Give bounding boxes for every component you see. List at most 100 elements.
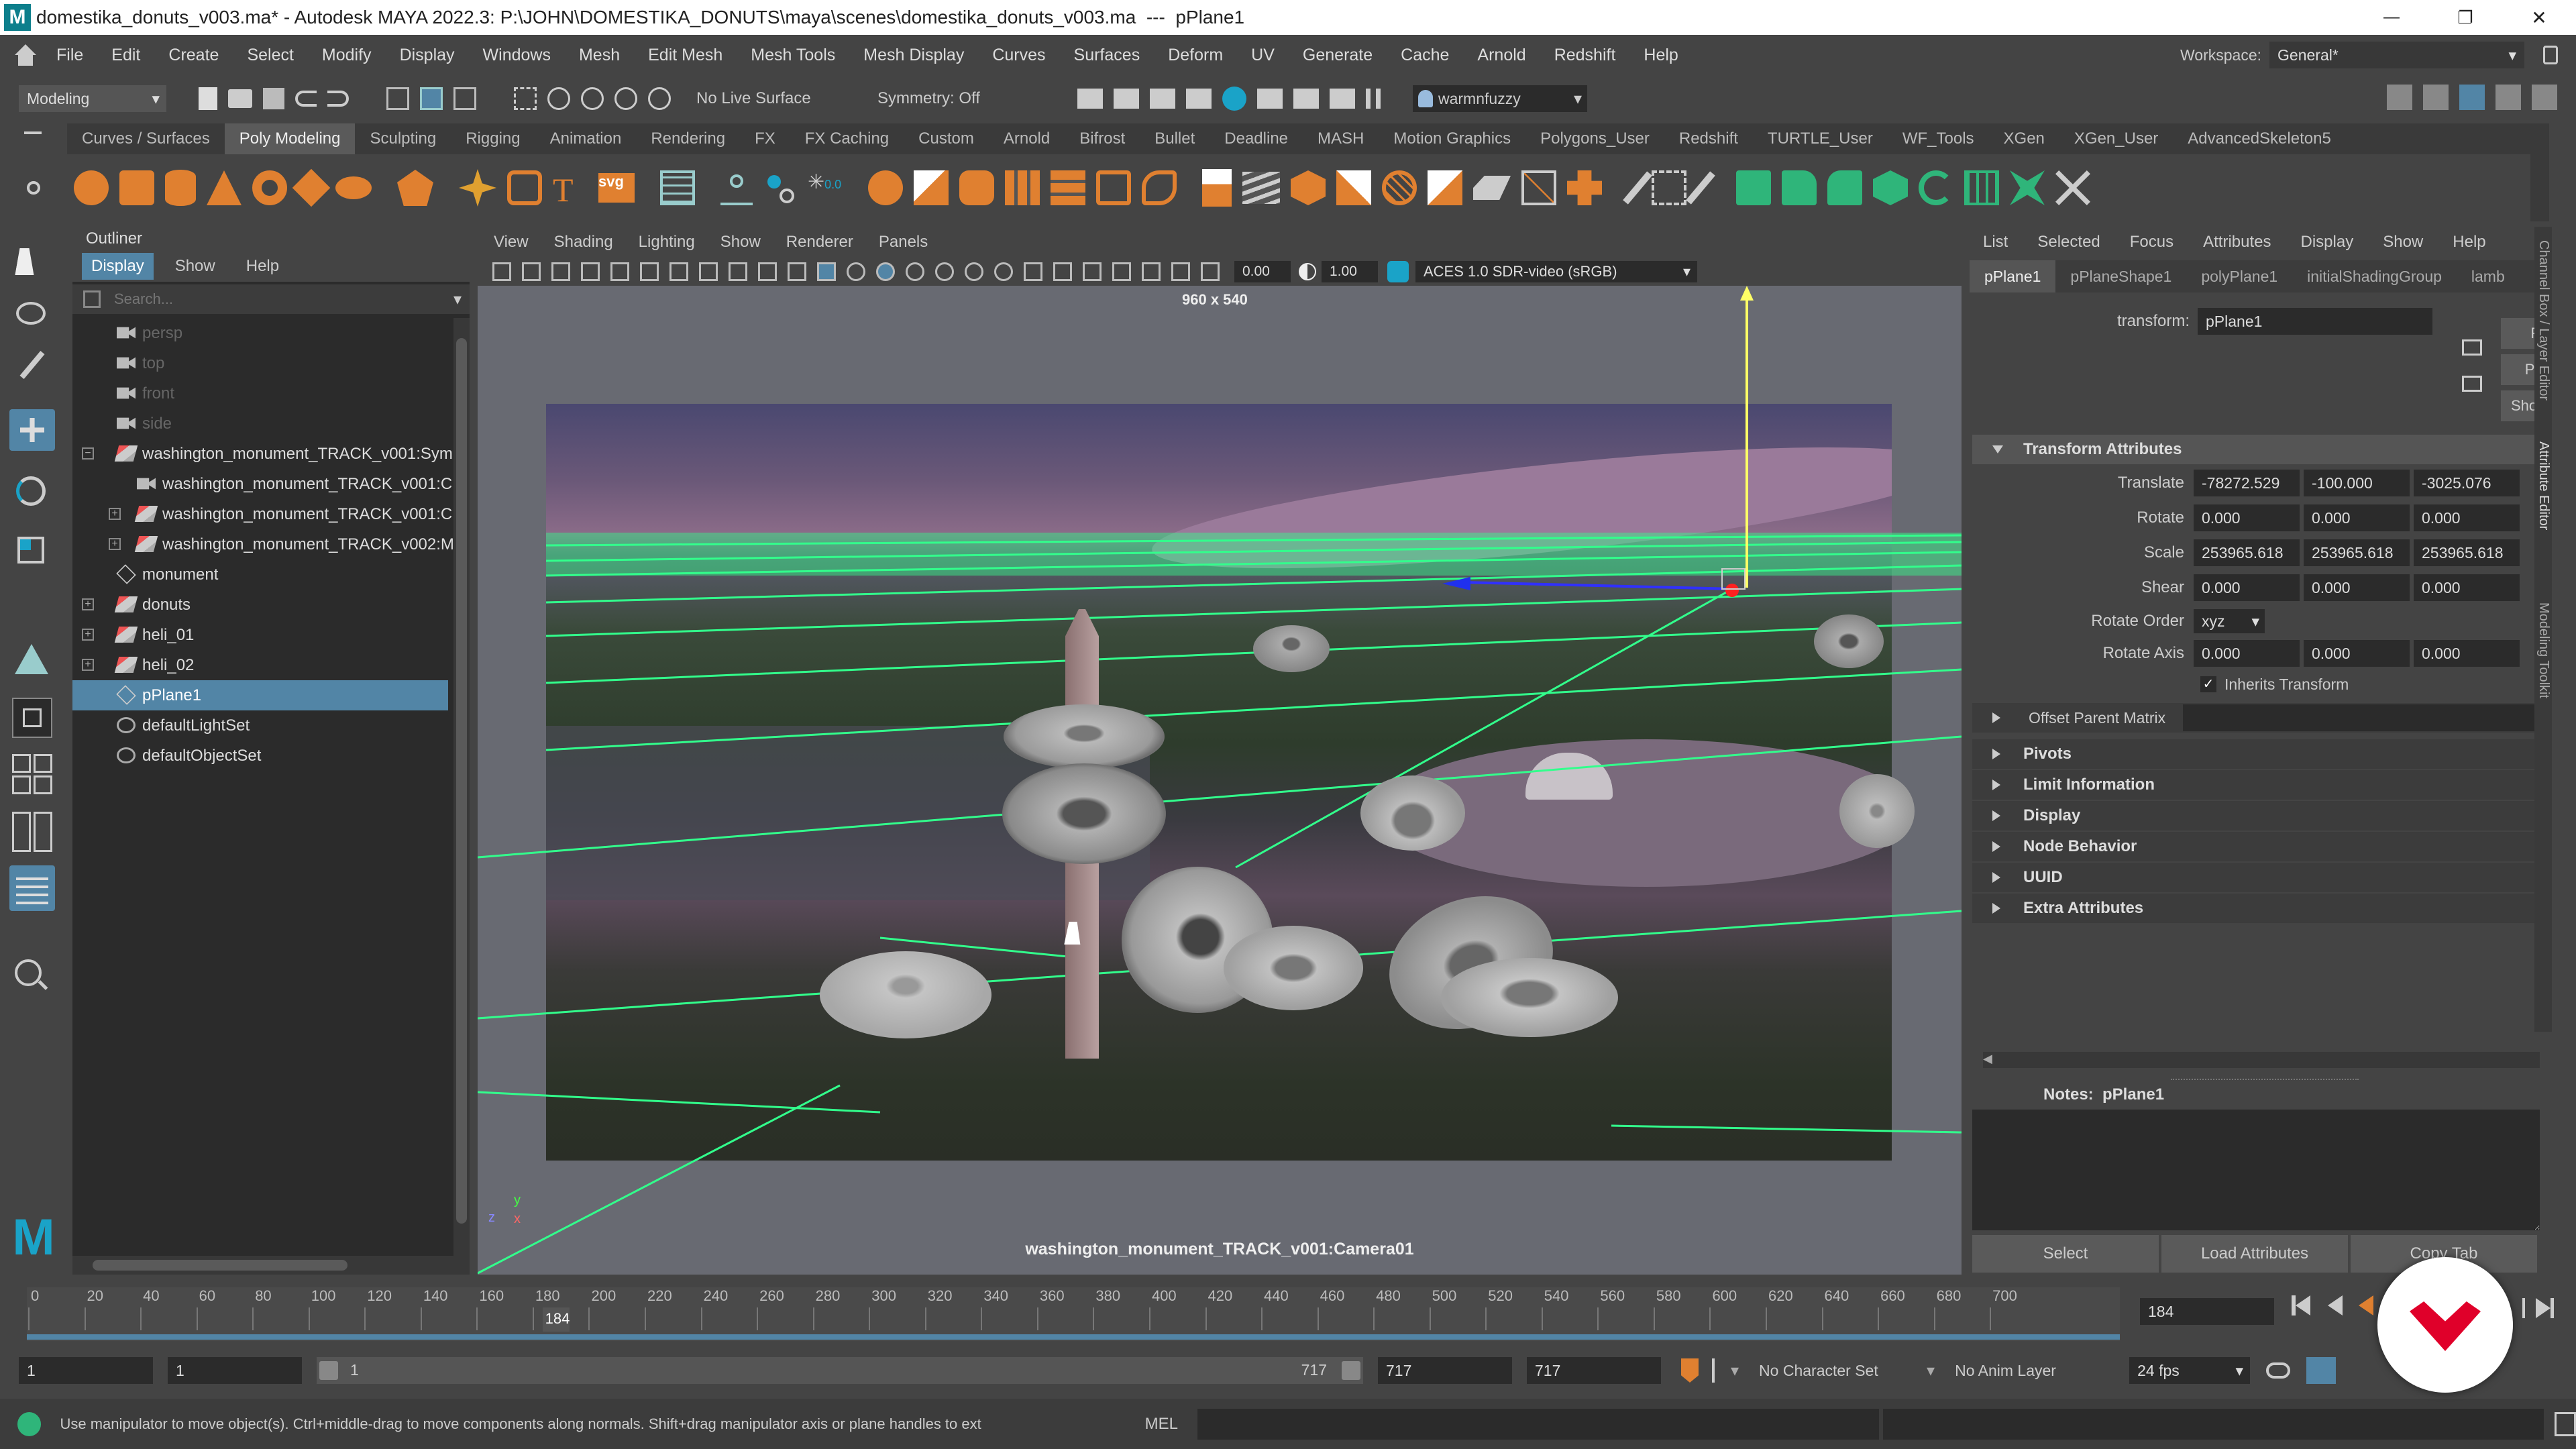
ae-menu-display[interactable]: Display [2301, 233, 2354, 252]
fill-hole-icon[interactable] [1142, 170, 1177, 205]
workspace-dropdown[interactable]: General* ▾ [2269, 42, 2525, 68]
step-back-key-icon[interactable] [2353, 1295, 2376, 1316]
uv-editor-icon[interactable] [1652, 170, 1686, 205]
measure-icon[interactable] [720, 170, 753, 205]
shelf-tab-bullet[interactable]: Bullet [1140, 123, 1210, 154]
expand-icon[interactable]: + [82, 659, 94, 671]
side-tab-channel-box-layer-editor[interactable]: Channel Box / Layer Editor [2536, 240, 2551, 400]
green-flow-icon[interactable] [1919, 170, 1953, 205]
offset-parent-matrix-row[interactable]: Offset Parent Matrix [1972, 703, 2540, 733]
multi-cut-icon[interactable] [1382, 170, 1417, 205]
loop-icon[interactable] [2266, 1362, 2291, 1379]
poly-torus-icon[interactable] [252, 170, 287, 205]
filter-icon[interactable] [83, 290, 101, 308]
menu-mesh[interactable]: Mesh [579, 46, 620, 65]
shelf-tab-xgen[interactable]: XGen [1989, 123, 2059, 154]
outliner-item[interactable]: + washington_monument_TRACK_v002:M [72, 529, 454, 559]
tool-settings-icon[interactable] [2496, 85, 2521, 110]
ae-menu-attributes[interactable]: Attributes [2203, 233, 2271, 252]
outliner-item[interactable]: + washington_monument_TRACK_v001:C [72, 499, 452, 529]
bridge-faces-icon[interactable] [1291, 170, 1326, 205]
key-prefs-icon[interactable] [1712, 1358, 1715, 1383]
green-spread-icon[interactable] [2010, 170, 2045, 205]
poly-cube-icon[interactable] [119, 170, 154, 205]
sweep-mesh-icon[interactable] [507, 170, 542, 205]
shelf-tab-mash[interactable]: MASH [1303, 123, 1379, 154]
outliner-item[interactable]: front [72, 378, 448, 409]
load-attributes-button[interactable]: Load Attributes [2161, 1235, 2348, 1273]
section-display[interactable]: Display [1972, 801, 2540, 830]
redo-icon[interactable] [327, 91, 349, 107]
notes-divider-handle[interactable] [2171, 1079, 2359, 1083]
shelf-tab-xgen-user[interactable]: XGen_User [2059, 123, 2173, 154]
section-extra-attributes[interactable]: Extra Attributes [1972, 894, 2540, 923]
mirror-icon[interactable] [1051, 170, 1085, 205]
shelf-tab-bifrost[interactable]: Bifrost [1065, 123, 1140, 154]
scene-start-field[interactable]: 1 [19, 1357, 153, 1384]
paint-brush-icon[interactable] [1623, 171, 1652, 205]
green-grid-icon[interactable] [1964, 170, 1999, 205]
shelf-tab-poly-modeling[interactable]: Poly Modeling [224, 123, 356, 154]
bridge-icon[interactable] [1096, 170, 1131, 205]
outliner-item[interactable]: persp [72, 318, 448, 348]
menu-cache[interactable]: Cache [1401, 46, 1449, 65]
attr-field-translate-x[interactable]: -78272.529 [2194, 470, 2300, 496]
type-tool-icon[interactable]: T [553, 170, 588, 209]
select-tool-icon[interactable] [15, 248, 39, 275]
playback-start-field[interactable]: 1 [168, 1357, 302, 1384]
expand-icon[interactable]: + [82, 629, 94, 641]
ae-tab-polyplane1[interactable]: polyPlane1 [2186, 260, 2292, 292]
section-node-behavior[interactable]: Node Behavior [1972, 832, 2540, 861]
four-layout-icon[interactable] [12, 754, 52, 794]
save-scene-icon[interactable] [263, 88, 284, 109]
step-forward-icon[interactable] [2522, 1298, 2525, 1318]
snap-curve-icon[interactable] [547, 87, 570, 110]
expand-icon[interactable]: + [82, 598, 94, 610]
poly-plane-icon[interactable] [292, 168, 331, 207]
menu-modify[interactable]: Modify [322, 46, 372, 65]
scale-tool-icon[interactable] [17, 537, 44, 564]
menu-mesh-tools[interactable]: Mesh Tools [751, 46, 835, 65]
home-icon[interactable] [12, 43, 39, 67]
chevron-down-icon[interactable]: ▾ [1731, 1361, 1739, 1381]
poly-cylinder-icon[interactable] [165, 170, 196, 206]
undo-icon[interactable] [295, 91, 317, 107]
ae-tab-pplane1[interactable]: pPlane1 [1970, 260, 2056, 292]
inherits-transform-checkbox[interactable]: ✓ [2200, 676, 2216, 692]
snap-surface-icon[interactable] [648, 87, 671, 110]
ipr-icon[interactable] [1150, 89, 1175, 109]
minimize-button[interactable]: — [2355, 0, 2428, 35]
fps-dropdown[interactable]: 24 fps ▾ [2129, 1357, 2251, 1384]
green-bevel-icon[interactable] [1827, 170, 1862, 205]
green-stack-icon[interactable] [1873, 170, 1908, 205]
collapse-icon[interactable]: − [82, 447, 94, 460]
shelf-tab-arnold[interactable]: Arnold [989, 123, 1065, 154]
poly-cone-icon[interactable] [207, 170, 241, 205]
menu-uv[interactable]: UV [1251, 46, 1275, 65]
select-objects-icon[interactable] [420, 87, 443, 110]
shelf-tab-rigging[interactable]: Rigging [451, 123, 535, 154]
outliner-item[interactable]: pPlane1 [72, 680, 448, 710]
notes-textarea[interactable] [1972, 1110, 2540, 1230]
presets-icon[interactable] [2462, 376, 2482, 392]
shelf-tab-sculpting[interactable]: Sculpting [355, 123, 451, 154]
attr-field-shear-z[interactable]: 0.000 [2414, 574, 2520, 601]
chevron-down-icon[interactable]: ▾ [453, 290, 462, 309]
outliner-vscroll[interactable] [453, 318, 470, 1257]
soft-select-icon[interactable] [15, 644, 48, 674]
green-extrude-icon[interactable] [1782, 170, 1817, 205]
shelf-tab-rendering[interactable]: Rendering [636, 123, 740, 154]
shelf-options-icon[interactable] [24, 131, 42, 134]
render-view-icon[interactable] [1257, 89, 1283, 109]
time-slider[interactable]: 0 20 40 60 80 100 120 140 160 180 200 220 240 260 280 3… [0, 1278, 2576, 1345]
outliner-item[interactable]: − washington_monument_TRACK_v001:Sym [72, 439, 453, 469]
menu-mesh-display[interactable]: Mesh Display [863, 46, 964, 65]
separate-icon[interactable] [914, 170, 949, 205]
delete-x-icon[interactable] [2055, 170, 2090, 205]
menu-surfaces[interactable]: Surfaces [1074, 46, 1140, 65]
section-uuid[interactable]: UUID [1972, 863, 2540, 892]
go-to-end-icon[interactable] [2536, 1298, 2559, 1318]
menu-file[interactable]: File [56, 46, 83, 65]
outliner-item[interactable]: monument [72, 559, 448, 590]
attr-field-scale-z[interactable]: 253965.618 [2414, 539, 2520, 566]
